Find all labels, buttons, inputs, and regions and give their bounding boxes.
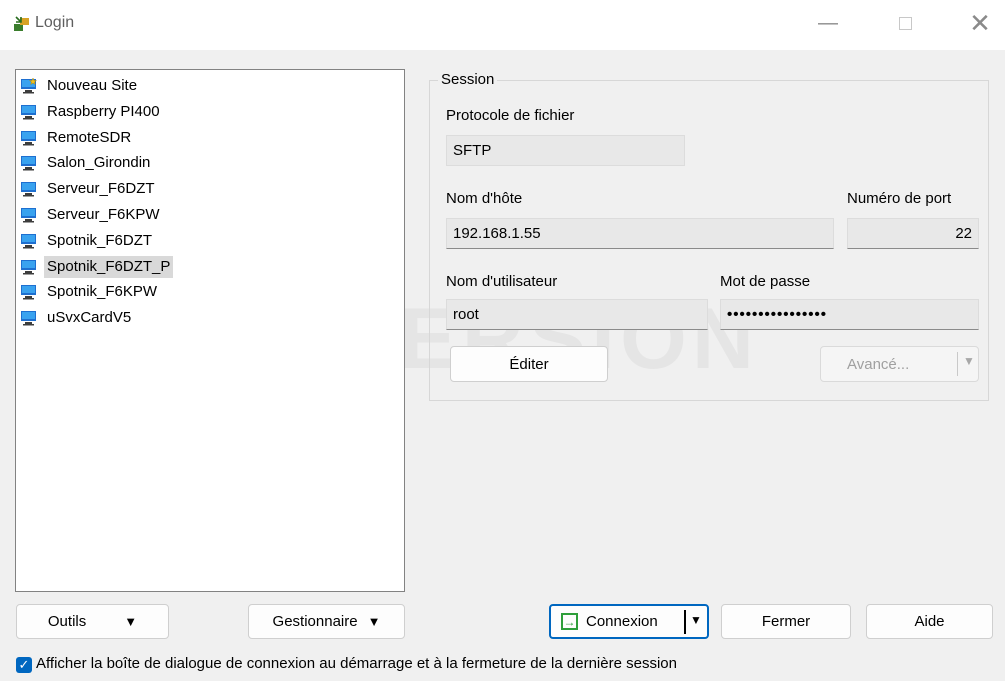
title-bar	[0, 0, 1005, 50]
site-tree[interactable]: Nouveau Site Raspberry PI400 RemoteSDR Salo…	[15, 69, 405, 592]
site-item-label: Serveur_F6DZT	[47, 180, 155, 198]
site-item-label: Salon_Girondin	[47, 154, 151, 172]
computer-icon	[20, 130, 37, 146]
chevron-down-icon: ▼	[124, 614, 138, 629]
site-item-label: Serveur_F6KPW	[47, 206, 160, 223]
site-item[interactable]: Serveur_F6DZT	[20, 177, 158, 201]
site-item-label: uSvxCardV5	[47, 309, 132, 327]
protocol-label: Protocole de fichier	[446, 107, 575, 124]
username-label: Nom d'utilisateur	[446, 273, 558, 290]
chevron-down-icon[interactable]: ▼	[690, 613, 702, 627]
computer-icon	[20, 181, 37, 197]
manager-button[interactable]: Gestionnaire ▼	[248, 604, 405, 639]
site-item[interactable]: Raspberry PI400	[20, 100, 163, 124]
tools-button-label: Outils	[47, 613, 87, 630]
advanced-button: Avancé... ▼	[820, 346, 979, 382]
window-title: Login	[35, 14, 75, 31]
chevron-down-icon: ▼	[963, 354, 975, 368]
help-button[interactable]: Aide	[866, 604, 993, 639]
host-input[interactable]: 192.168.1.55	[446, 218, 834, 249]
connect-button[interactable]: → Connexion ▼	[549, 604, 709, 639]
host-label: Nom d'hôte	[446, 190, 523, 207]
new-site-icon	[20, 77, 38, 94]
site-item[interactable]: Spotnik_F6KPW	[20, 280, 160, 304]
maximize-icon	[898, 17, 912, 30]
protocol-select[interactable]: SFTP	[446, 135, 685, 166]
computer-icon	[20, 155, 37, 171]
site-item-label: Nouveau Site	[47, 77, 138, 94]
site-item-label: Spotnik_F6KPW	[47, 283, 158, 301]
site-item-label: Spotnik_F6DZT	[47, 231, 153, 249]
minimize-button[interactable]: —	[808, 8, 848, 38]
computer-icon	[20, 207, 37, 223]
port-input[interactable]: 22	[847, 218, 979, 249]
startup-checkbox-label: Afficher la boîte de dialogue de connexi…	[36, 655, 677, 672]
chevron-down-icon: ▼	[367, 614, 381, 629]
site-item[interactable]: Serveur_F6KPW	[20, 203, 163, 227]
computer-icon	[20, 284, 37, 300]
advanced-button-label: Avancé...	[847, 355, 910, 373]
maximize-button[interactable]	[885, 8, 925, 38]
computer-icon	[20, 233, 37, 249]
advanced-split-divider	[957, 352, 958, 376]
password-mask: ••••••••••••••••	[727, 306, 828, 323]
tools-button[interactable]: Outils ▼	[16, 604, 169, 639]
site-item[interactable]: uSvxCardV5	[20, 306, 134, 330]
site-item-label: Spotnik_F6DZT_P	[44, 255, 174, 278]
close-window-button[interactable]: ✕	[960, 8, 1000, 38]
password-label: Mot de passe	[720, 273, 811, 290]
site-item[interactable]: Nouveau Site	[20, 74, 140, 98]
username-input[interactable]: root	[446, 299, 708, 330]
login-icon: →	[561, 613, 578, 630]
password-input[interactable]: ••••••••••••••••	[720, 299, 979, 330]
edit-button[interactable]: Éditer	[450, 346, 608, 382]
site-item[interactable]: Salon_Girondin	[20, 151, 153, 175]
site-item-label: Raspberry PI400	[47, 102, 160, 120]
computer-icon	[20, 259, 37, 275]
connect-split-divider	[684, 610, 686, 634]
connect-button-label: Connexion	[586, 613, 658, 630]
port-label: Numéro de port	[847, 190, 952, 207]
site-item-label: RemoteSDR	[47, 128, 132, 146]
site-item[interactable]: RemoteSDR	[20, 126, 134, 150]
site-item[interactable]: Spotnik_F6DZT	[20, 229, 155, 253]
startup-checkbox[interactable]: ✓	[16, 657, 32, 673]
site-item[interactable]: Spotnik_F6DZT_P	[20, 255, 174, 279]
app-icon	[13, 15, 31, 33]
computer-icon	[20, 104, 37, 120]
session-group-title: Session	[438, 71, 498, 88]
computer-icon	[20, 310, 37, 326]
manager-button-label: Gestionnaire	[272, 613, 358, 630]
close-button[interactable]: Fermer	[721, 604, 851, 639]
